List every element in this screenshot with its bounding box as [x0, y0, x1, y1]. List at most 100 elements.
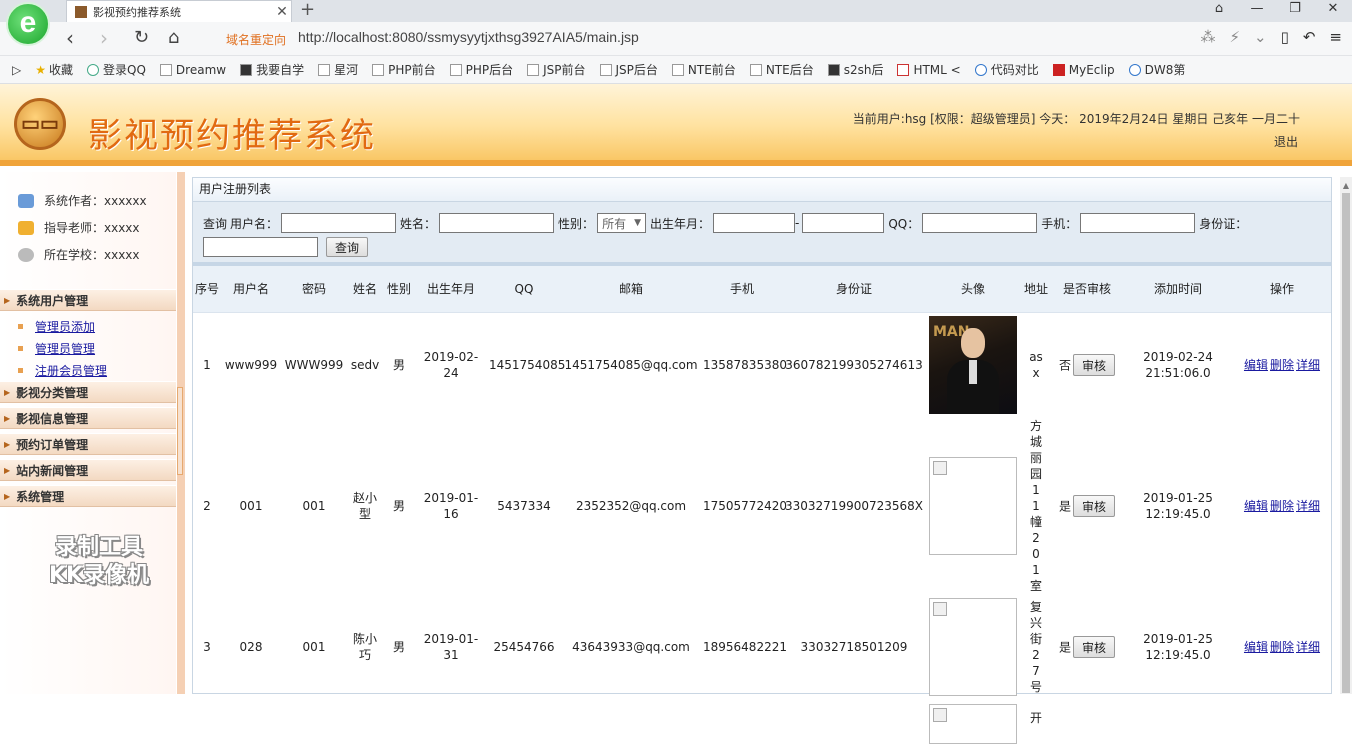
menu-group-category[interactable]: ▶ 影视分类管理 [0, 381, 176, 403]
bookmark-label: Dreamw [175, 62, 227, 77]
detail-link[interactable]: 详细 [1296, 640, 1320, 654]
bookmark-item[interactable]: NTE后台 [744, 59, 820, 81]
minimize-icon[interactable]: — [1238, 0, 1276, 22]
caret-right-icon: ▶ [4, 387, 11, 397]
splitter-handle[interactable] [177, 387, 183, 475]
cell-time: 2019-02-24 21:51:06.0 [1123, 312, 1233, 418]
menu-item-admin-add[interactable]: 管理员添加 [18, 318, 95, 335]
url-input[interactable]: http://localhost:8080/ssmysyytjxthsg3927… [298, 29, 639, 45]
browser-tab[interactable]: 影视预约推荐系统 ✕ [66, 0, 292, 22]
bookmark-item[interactable]: MyEclip [1047, 59, 1121, 81]
bookmark-item[interactable]: ★ 收藏 [29, 59, 79, 81]
forward-icon[interactable]: › [100, 26, 108, 50]
bookmark-item[interactable]: 代码对比 [969, 59, 1045, 81]
birth-end-input[interactable] [802, 213, 885, 233]
gender-select[interactable]: 所有 ▼ [597, 213, 646, 233]
cell-phone: 17505772420 [703, 499, 787, 513]
cell-password: 001 [302, 640, 326, 654]
menu-item-label[interactable]: 管理员管理 [35, 340, 95, 357]
bookmark-item[interactable]: HTML < [891, 59, 966, 81]
bookmark-item[interactable]: PHP前台 [366, 59, 442, 81]
user-group-icon [18, 193, 34, 208]
bookmark-item[interactable]: 我要自学 [234, 59, 310, 81]
search-button[interactable]: 查询 [326, 237, 369, 257]
bookmark-item[interactable]: PHP后台 [444, 59, 520, 81]
delete-link[interactable]: 删除 [1270, 499, 1294, 513]
phone-input[interactable] [1080, 213, 1196, 233]
scroll-thumb[interactable] [1342, 193, 1350, 693]
bookmark-label: HTML < [913, 62, 961, 77]
close-icon[interactable]: ✕ [273, 4, 291, 20]
name-text: 陈小巧 [352, 632, 377, 662]
audit-button[interactable]: 审核 [1073, 354, 1116, 377]
birth-start-input[interactable] [713, 213, 796, 233]
menu-group-label: 站内新闻管理 [16, 463, 89, 478]
chevron-down-icon[interactable]: ⌄ [1254, 28, 1267, 46]
home-icon[interactable]: ⌂ [168, 26, 179, 50]
edit-link[interactable]: 编辑 [1244, 640, 1268, 654]
detail-link[interactable]: 详细 [1296, 358, 1320, 372]
new-tab-icon[interactable]: + [300, 0, 315, 20]
menu-group-user[interactable]: ▶ 系统用户管理 [0, 289, 176, 311]
address-text: 复兴街27号 [1029, 600, 1042, 694]
bookmark-label: MyEclip [1068, 62, 1115, 77]
restore-icon[interactable]: ❐ [1276, 0, 1314, 22]
bookmark-label: NTE前台 [687, 63, 736, 77]
lightning-icon[interactable]: ⚡ [1229, 28, 1240, 46]
logout-link[interactable]: 退出 [1274, 133, 1298, 150]
cell-name: sedv [350, 358, 380, 373]
page-scrollbar[interactable]: ▲ [1340, 177, 1352, 694]
delete-link[interactable]: 删除 [1270, 358, 1294, 372]
bookmark-item[interactable]: Dreamw [154, 59, 232, 81]
undo-icon[interactable]: ↶ [1303, 28, 1316, 46]
bookmark-item[interactable]: s2sh后 [822, 59, 890, 81]
cell-phone [701, 700, 783, 744]
back-icon[interactable]: ‹ [66, 26, 74, 50]
menu-group-movie[interactable]: ▶ 影视信息管理 [0, 407, 176, 429]
menu-icon[interactable]: ≡ [1329, 28, 1342, 46]
menu-group-order[interactable]: ▶ 预约订单管理 [0, 433, 176, 455]
edit-link[interactable]: 编辑 [1244, 358, 1268, 372]
scroll-up-icon[interactable]: ▲ [1340, 181, 1352, 190]
bookmark-item[interactable]: NTE前台 [666, 59, 742, 81]
edit-link[interactable]: 编辑 [1244, 499, 1268, 513]
bookmark-item[interactable]: DW8第 [1123, 59, 1192, 81]
menu-item-label[interactable]: 管理员添加 [35, 318, 95, 335]
time-text: 2019-01-25 12:19:45.0 [1143, 632, 1213, 662]
menu-item-label[interactable]: 注册会员管理 [35, 362, 107, 379]
bookmark-item[interactable]: 星河 [312, 59, 364, 81]
refresh-icon[interactable]: ↻ [134, 26, 149, 50]
bookmark-page-icon[interactable]: ▯ [1281, 28, 1289, 46]
qq-input[interactable] [922, 213, 1038, 233]
window-close-icon[interactable]: ✕ [1314, 0, 1352, 22]
username-input[interactable] [281, 213, 397, 233]
cell-name [347, 700, 383, 744]
detail-link[interactable]: 详细 [1296, 499, 1320, 513]
menu-group-news[interactable]: ▶ 站内新闻管理 [0, 459, 176, 481]
pin-icon[interactable]: ⌂ [1200, 0, 1238, 22]
cell-birth [415, 700, 487, 744]
username-label: 用户名： [230, 216, 279, 231]
menu-item-member-manage[interactable]: 注册会员管理 [18, 362, 107, 379]
name-input[interactable] [439, 213, 555, 233]
sidebar-toggle-icon[interactable]: ▷ [6, 59, 27, 81]
grid-icon[interactable]: ⁂ [1200, 28, 1215, 46]
sidebar-splitter[interactable] [177, 172, 185, 694]
delete-link[interactable]: 删除 [1270, 640, 1294, 654]
cell-address: 开 [1021, 700, 1051, 744]
html-icon [897, 63, 910, 76]
audit-button[interactable]: 审核 [1073, 636, 1116, 658]
search-prefix: 查询 [203, 216, 228, 231]
cell-ops: 编辑 删除 详细 [1233, 594, 1331, 700]
menu-item-admin-manage[interactable]: 管理员管理 [18, 340, 95, 357]
idcard-input[interactable] [203, 237, 318, 257]
bookmark-item[interactable]: JSP后台 [594, 59, 664, 81]
page-icon [449, 63, 462, 76]
bookmark-item[interactable]: 登录QQ [81, 59, 152, 81]
bookmark-item[interactable]: JSP前台 [521, 59, 591, 81]
cell-qq: 5437334 [497, 499, 551, 513]
page-icon [372, 63, 385, 76]
audit-button[interactable]: 审核 [1073, 495, 1116, 517]
page-icon [671, 63, 684, 76]
menu-group-system[interactable]: ▶ 系统管理 [0, 485, 176, 507]
